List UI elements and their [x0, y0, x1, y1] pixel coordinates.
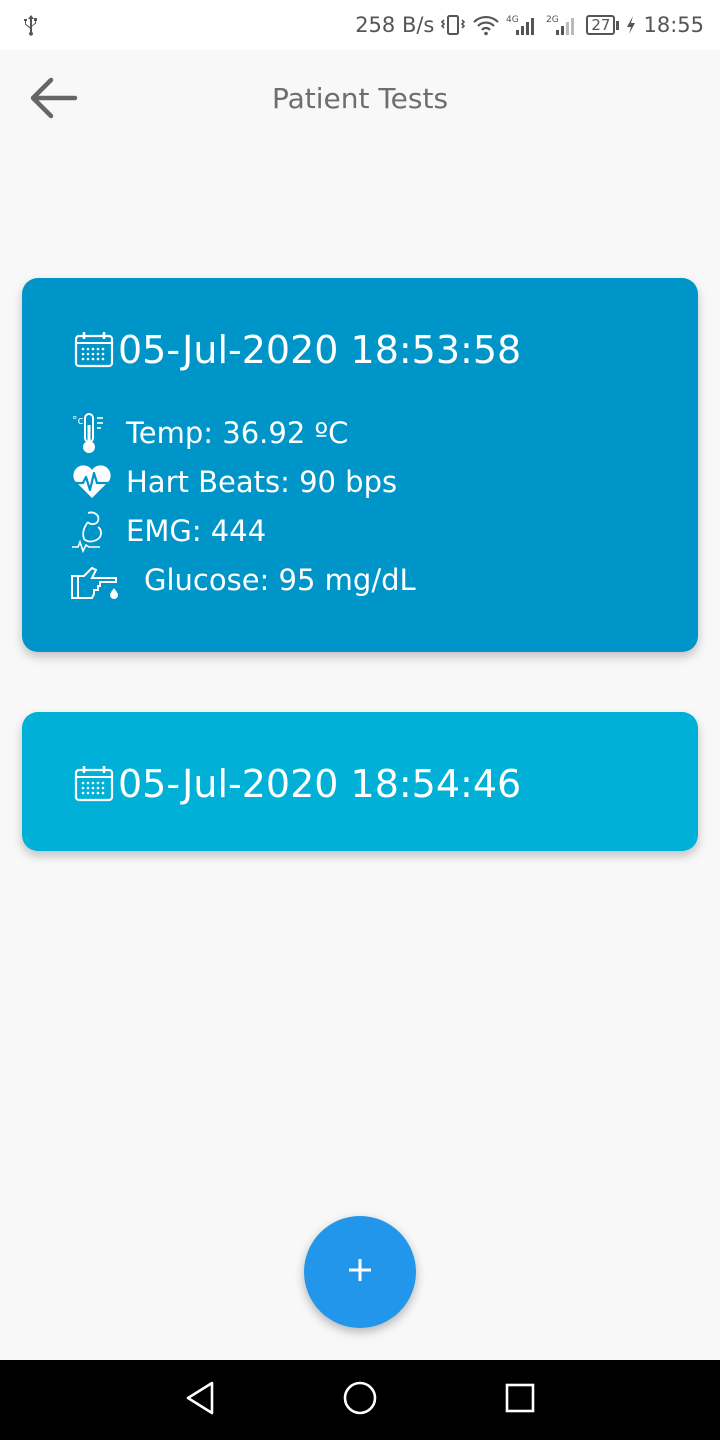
clock: 18:55: [643, 13, 704, 37]
test-card[interactable]: 05-Jul-2020 18:54:46: [22, 712, 698, 851]
test-datetime-row: 05-Jul-2020 18:54:46: [74, 762, 521, 806]
usb-icon: [22, 13, 40, 37]
test-datetime: 05-Jul-2020 18:54:46: [118, 762, 522, 806]
app-header: Patient Tests: [0, 50, 720, 150]
glucose-finger-icon: [70, 557, 126, 603]
glucose-value: Glucose: 95 mg/dL: [144, 562, 416, 597]
system-nav-bar: [0, 1360, 720, 1440]
nav-recents-icon: [503, 1381, 537, 1419]
svg-text:°c: °c: [72, 414, 84, 427]
svg-text:4G: 4G: [506, 15, 519, 25]
reading-heart-rate: Hart Beats: 90 bps: [70, 457, 416, 506]
nav-home-button[interactable]: [340, 1380, 380, 1420]
reading-glucose: Glucose: 95 mg/dL: [70, 555, 416, 604]
nav-back-button[interactable]: [180, 1380, 220, 1420]
heartbeat-icon: [70, 459, 126, 505]
wifi-icon: [472, 13, 500, 37]
nav-home-icon: [342, 1380, 378, 1420]
nav-recents-button[interactable]: [500, 1380, 540, 1420]
network-speed: 258 B/s: [355, 13, 435, 37]
thermometer-icon: °c: [70, 410, 126, 456]
plus-icon: [346, 1256, 374, 1288]
heart-rate-value: Hart Beats: 90 bps: [126, 464, 398, 499]
nav-back-icon: [183, 1380, 217, 1420]
test-datetime: 05-Jul-2020 18:53:58: [118, 328, 522, 372]
status-bar: 258 B/s 4G 2G 27 18:55: [0, 0, 720, 50]
charging-icon: [625, 13, 637, 37]
test-datetime-row: 05-Jul-2020 18:53:58: [74, 328, 521, 372]
test-readings: °c Temp: 36.92 ºC Hart Beats: 90 bps EMG…: [70, 408, 416, 604]
temperature-value: Temp: 36.92 ºC: [126, 415, 349, 450]
page-title: Patient Tests: [271, 82, 449, 115]
reading-temperature: °c Temp: 36.92 ºC: [70, 408, 416, 457]
add-test-button[interactable]: [304, 1216, 416, 1328]
reading-emg: EMG: 444: [70, 506, 416, 555]
vibrate-icon: [440, 13, 466, 37]
battery-level: 27: [586, 15, 616, 35]
test-card[interactable]: 05-Jul-2020 18:53:58 °c Temp: 36.92 ºC H…: [22, 278, 698, 652]
arm-muscle-icon: [70, 508, 126, 554]
signal-icon: 2G: [546, 13, 580, 37]
emg-value: EMG: 444: [126, 513, 267, 548]
battery-icon: 27: [586, 15, 620, 35]
signal-icon: 4G: [506, 13, 540, 37]
svg-text:2G: 2G: [546, 15, 559, 25]
calendar-icon: [74, 764, 118, 804]
calendar-icon: [74, 330, 118, 370]
